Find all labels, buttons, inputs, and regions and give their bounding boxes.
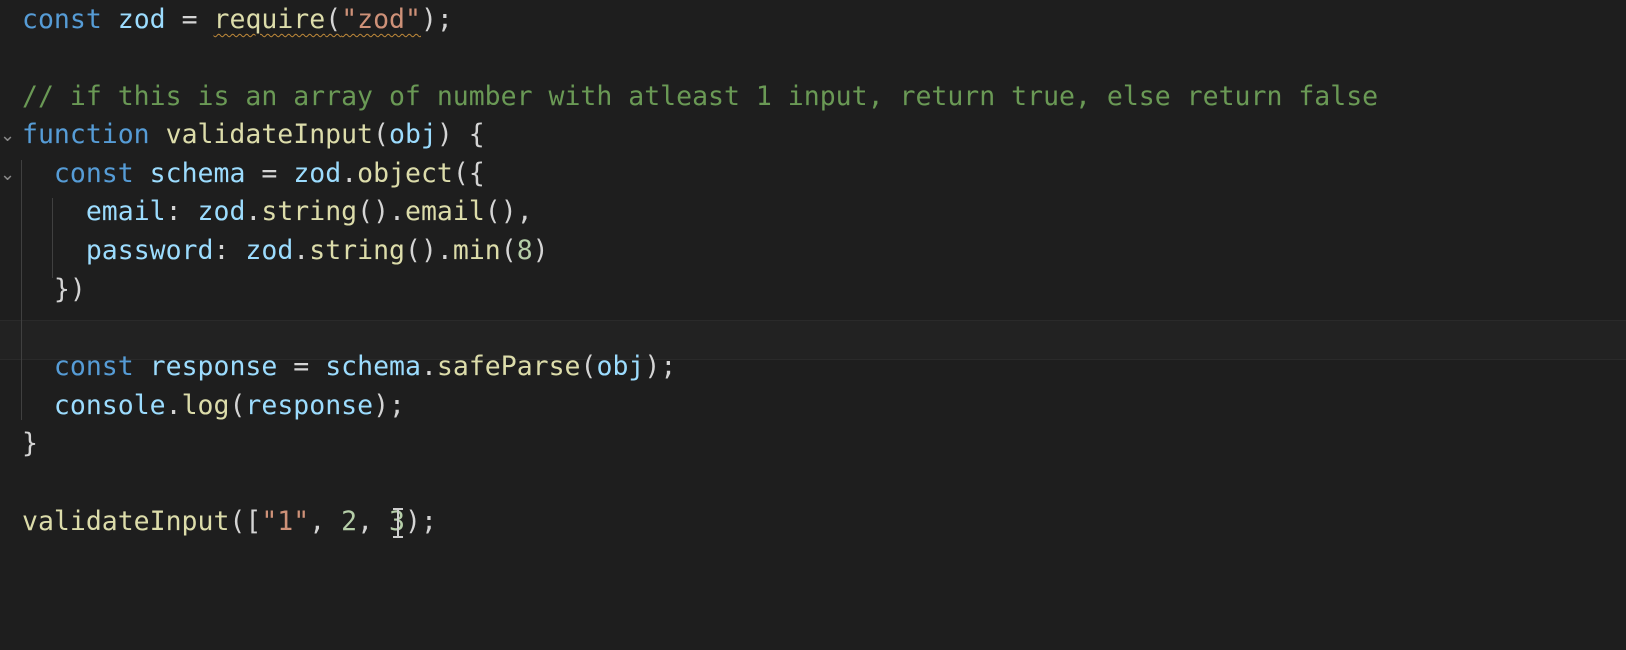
token-number: 8 [516,235,533,266]
token-number: 2 [341,506,358,537]
token-variable: response [149,351,278,382]
code-line-10[interactable]: const response = schema.safeParse(obj); [22,347,676,387]
token-punctuation: ) { [436,119,485,150]
code-line-6[interactable]: email: zod.string().email(), [22,192,533,232]
code-editor[interactable]: ⌄ ⌄ const zod = require("zod"); // if th… [0,0,1626,650]
token-parameter: obj [389,119,437,150]
token-punctuation: ); [405,506,437,537]
token-function: string [261,196,358,227]
token-function: object [357,158,453,189]
token-variable: zod [197,196,246,227]
token-punctuation: ( [580,351,597,382]
token-string: "zod" [341,4,421,35]
token-punctuation: ( [229,390,246,421]
token-punctuation: ); [644,351,677,382]
warning-squiggle[interactable]: require("zod" [214,4,421,35]
code-line-5[interactable]: const schema = zod.object({ [22,154,485,194]
code-line-4[interactable]: function validateInput(obj) { [22,115,485,155]
token-punctuation: ([ [229,506,262,537]
token-function: email [405,196,485,227]
fold-chevron-icon[interactable]: ⌄ [0,155,15,195]
token-punctuation: ({ [452,158,485,189]
code-line-12[interactable]: } [22,424,38,464]
token-string: "1" [261,506,310,537]
token-punctuation: ( [325,4,342,35]
token-parameter: obj [596,351,645,382]
code-line-3-comment[interactable]: // if this is an array of number with at… [22,77,1378,117]
token-function: validateInput [22,506,230,537]
token-operator: = [293,351,310,382]
token-function: string [309,235,405,266]
token-punctuation: . [420,351,437,382]
code-line-11[interactable]: console.log(response); [22,386,405,426]
token-function: safeParse [436,351,581,382]
token-punctuation: }) [53,274,86,305]
token-variable: zod [117,4,166,35]
token-punctuation: , [357,506,390,537]
token-property: email [85,196,166,227]
token-variable: zod [293,158,342,189]
token-punctuation: , [309,506,342,537]
token-punctuation: (), [484,196,533,227]
token-keyword: const [53,158,134,189]
token-function: validateInput [165,119,374,150]
token-punctuation: ( [500,235,517,266]
code-line-7[interactable]: password: zod.string().min(8) [22,231,549,271]
fold-chevron-icon[interactable]: ⌄ [0,116,15,156]
token-punctuation: ) [532,235,549,266]
token-punctuation: . [165,390,182,421]
token-operator: = [181,4,198,35]
token-punctuation: . [293,235,310,266]
token-operator: = [261,158,278,189]
token-variable: response [245,390,374,421]
token-punctuation: ( [373,119,389,150]
token-keyword: const [53,351,134,382]
token-punctuation: : [165,196,182,227]
code-line-1[interactable]: const zod = require("zod"); [22,0,453,40]
token-punctuation: . [245,196,262,227]
token-variable: zod [245,235,294,266]
token-function: log [181,390,230,421]
text-cursor-icon [393,507,403,538]
token-punctuation: ); [420,4,453,35]
token-punctuation: (). [404,235,453,266]
token-variable: schema [325,351,421,382]
token-punctuation: : [213,235,230,266]
token-punctuation: (). [357,196,405,227]
token-punctuation: ); [373,390,405,421]
token-property: password [85,235,214,266]
token-function: min [452,235,501,266]
code-line-8[interactable]: }) [22,270,86,310]
token-variable: console [53,390,166,421]
token-variable: schema [149,158,246,189]
token-function: require [213,4,326,35]
token-keyword: const [22,4,102,35]
token-keyword: function [22,119,150,150]
token-punctuation: . [341,158,358,189]
code-line-14[interactable]: validateInput(["1", 2, 3); [22,502,437,542]
